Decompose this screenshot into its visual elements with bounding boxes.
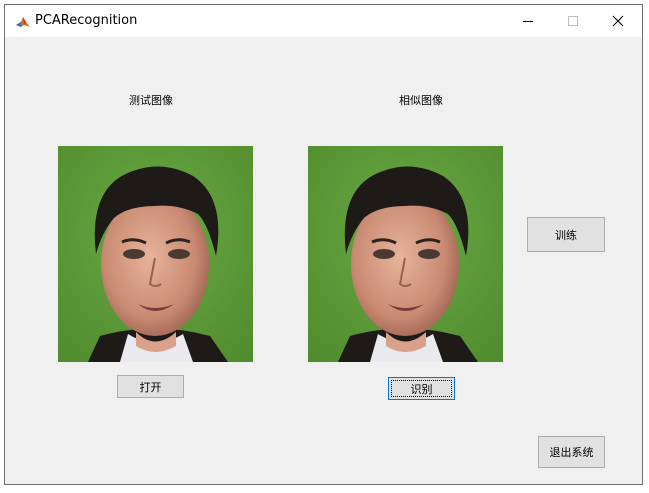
test-image bbox=[58, 146, 253, 362]
maximize-button[interactable] bbox=[550, 5, 595, 37]
open-button[interactable]: 打开 bbox=[117, 375, 184, 398]
train-button[interactable]: 训练 bbox=[527, 217, 605, 252]
similar-image-label: 相似图像 bbox=[399, 94, 443, 107]
exit-button[interactable]: 退出系统 bbox=[538, 436, 605, 468]
window-title: PCARecognition bbox=[35, 13, 138, 28]
minimize-icon bbox=[522, 21, 533, 22]
app-window: PCARecognition 测试图像 相似图像 打开 识别 训练 退出系统 bbox=[4, 4, 643, 485]
similar-image bbox=[308, 146, 503, 362]
focus-rectangle bbox=[391, 380, 452, 397]
maximize-icon bbox=[567, 16, 578, 26]
close-button[interactable] bbox=[595, 5, 640, 37]
close-icon bbox=[612, 15, 623, 27]
title-bar[interactable]: PCARecognition bbox=[5, 5, 642, 37]
test-image-label: 测试图像 bbox=[129, 94, 173, 107]
matlab-icon bbox=[15, 14, 31, 30]
recognize-button[interactable]: 识别 bbox=[388, 377, 455, 400]
minimize-button[interactable] bbox=[505, 5, 550, 37]
